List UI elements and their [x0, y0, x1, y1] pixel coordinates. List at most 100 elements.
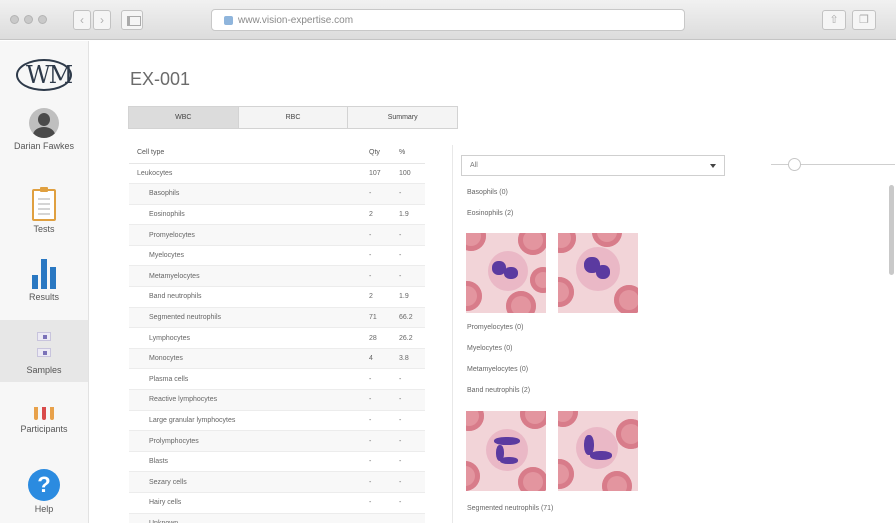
percent-value: - — [395, 430, 425, 452]
qty-value: - — [365, 183, 395, 205]
percent-value: - — [395, 183, 425, 205]
tab-wbc[interactable]: WBC — [129, 107, 239, 128]
percent-value: - — [395, 389, 425, 411]
sidebar-item-tests[interactable]: Tests — [0, 187, 88, 234]
qty-value: - — [365, 430, 395, 452]
zoom-slider-handle[interactable] — [788, 158, 801, 171]
user-name: Darian Fawkes — [13, 141, 75, 151]
url-text: www.vision-expertise.com — [238, 15, 354, 26]
scrollbar[interactable] — [889, 185, 894, 275]
cell-type-name: Eosinophils — [129, 204, 365, 226]
back-icon[interactable]: ‹ — [73, 10, 91, 30]
site-icon — [224, 16, 233, 25]
sidebar-item-participants[interactable]: Participants — [0, 405, 88, 434]
qty-value: 4 — [365, 348, 395, 370]
logo[interactable]: WM — [16, 59, 73, 91]
close-window-icon[interactable] — [10, 15, 19, 24]
cell-type-name: Blasts — [129, 451, 365, 473]
minimize-window-icon[interactable] — [24, 15, 33, 24]
table-row[interactable]: Segmented neutrophils 71 66.2 — [129, 307, 425, 329]
main-content: EX-001 WBC RBC Summary Cell type Qty % L… — [90, 41, 896, 523]
qty-value: 71 — [365, 307, 395, 329]
table-row[interactable]: Large granular lymphocytes - - — [129, 410, 425, 432]
column-header-percent[interactable]: % — [395, 143, 425, 164]
tabs-overview-icon[interactable]: ❐ — [852, 10, 876, 30]
table-row[interactable]: Plasma cells - - — [129, 368, 425, 391]
group-label-metamyelocytes: Metamyelocytes (0) — [467, 366, 529, 373]
sidebar-item-help[interactable]: ? Help — [0, 469, 88, 514]
column-header-cell-type[interactable]: Cell type — [129, 143, 365, 164]
cell-image-band-neutrophil-1[interactable] — [466, 411, 546, 491]
sidebar-item-samples[interactable]: Samples — [0, 320, 88, 382]
help-icon: ? — [28, 469, 60, 501]
table-row[interactable]: Sezary cells - - — [129, 471, 425, 493]
group-label-myelocytes: Myelocytes (0) — [467, 345, 513, 352]
address-bar[interactable]: www.vision-expertise.com — [211, 9, 685, 31]
cell-type-name: Reactive lymphocytes — [129, 389, 365, 411]
table-row[interactable]: Monocytes 4 3.8 — [129, 348, 425, 370]
percent-value: - — [395, 368, 425, 391]
table-row[interactable]: Reactive lymphocytes - - — [129, 389, 425, 411]
percent-value: - — [395, 471, 425, 493]
maximize-window-icon[interactable] — [38, 15, 47, 24]
cell-image-eosinophil-2[interactable] — [558, 233, 638, 313]
share-icon[interactable]: ⇧ — [822, 10, 846, 30]
percent-value: - — [395, 410, 425, 432]
qty-value: - — [365, 224, 395, 246]
table-row[interactable]: Hairy cells - - — [129, 492, 425, 514]
tab-summary[interactable]: Summary — [348, 107, 457, 128]
percent-value: 1.9 — [395, 286, 425, 308]
qty-value: 107 — [365, 163, 395, 185]
cell-type-name: Metamyelocytes — [129, 265, 365, 288]
table-row[interactable]: Lymphocytes 28 26.2 — [129, 327, 425, 349]
user-profile[interactable]: Darian Fawkes — [0, 108, 88, 151]
percent-value: 1.9 — [395, 204, 425, 226]
qty-value: 2 — [365, 204, 395, 226]
page-title: EX-001 — [130, 69, 191, 89]
percent-value — [395, 513, 425, 523]
table-row[interactable]: Blasts - - — [129, 451, 425, 473]
column-header-qty[interactable]: Qty — [365, 143, 395, 164]
qty-value: 2 — [365, 286, 395, 308]
table-row[interactable]: Myelocytes - - — [129, 245, 425, 267]
qty-value: - — [365, 265, 395, 288]
percent-value: 66.2 — [395, 307, 425, 329]
cell-image-band-neutrophil-2[interactable] — [558, 411, 638, 491]
app-sidebar: WM Darian Fawkes Tests Results Samples P… — [0, 41, 89, 523]
percent-value: 3.8 — [395, 348, 425, 370]
group-label-promyelocytes: Promyelocytes (0) — [467, 324, 524, 331]
table-row[interactable]: Band neutrophils 2 1.9 — [129, 286, 425, 308]
table-row[interactable]: Basophils - - — [129, 183, 425, 205]
forward-icon[interactable]: › — [93, 10, 111, 30]
chevron-down-icon — [710, 164, 716, 168]
cell-type-name: Lymphocytes — [129, 327, 365, 349]
table-row[interactable]: Metamyelocytes - - — [129, 265, 425, 288]
qty-value: - — [365, 451, 395, 473]
percent-value: - — [395, 492, 425, 514]
cell-count-table: Cell type Qty % Leukocytes 107 100 Basophil… — [129, 143, 425, 523]
cell-type-name: Myelocytes — [129, 245, 365, 267]
slides-icon — [34, 330, 54, 362]
table-row[interactable]: Prolymphocytes - - — [129, 430, 425, 452]
cell-type-filter[interactable]: All — [461, 155, 725, 176]
qty-value: - — [365, 245, 395, 267]
table-row[interactable]: Unknown — [129, 513, 425, 523]
cell-gallery: All Basophils (0) Eosinophils (2) Promye… — [452, 145, 896, 523]
cell-type-name: Hairy cells — [129, 492, 365, 514]
cell-type-name: Segmented neutrophils — [129, 307, 365, 329]
table-header-row: Cell type Qty % — [129, 143, 425, 164]
percent-value: 26.2 — [395, 327, 425, 349]
table-row[interactable]: Eosinophils 2 1.9 — [129, 204, 425, 226]
table-row[interactable]: Promyelocytes - - — [129, 224, 425, 246]
cell-image-eosinophil-1[interactable] — [466, 233, 546, 313]
avatar — [29, 108, 59, 138]
browser-toolbar: ‹ › www.vision-expertise.com ⇧ ❐ — [0, 0, 896, 40]
sidebar-toggle-icon[interactable] — [121, 10, 143, 30]
table-row[interactable]: Leukocytes 107 100 — [129, 163, 425, 185]
group-label-segmented-neutrophils: Segmented neutrophils (71) — [467, 505, 554, 512]
tab-rbc[interactable]: RBC — [239, 107, 349, 128]
sidebar-item-results[interactable]: Results — [0, 259, 88, 302]
group-label-eosinophils: Eosinophils (2) — [467, 210, 514, 217]
cell-type-name: Basophils — [129, 183, 365, 205]
tab-bar: WBC RBC Summary — [128, 106, 458, 129]
